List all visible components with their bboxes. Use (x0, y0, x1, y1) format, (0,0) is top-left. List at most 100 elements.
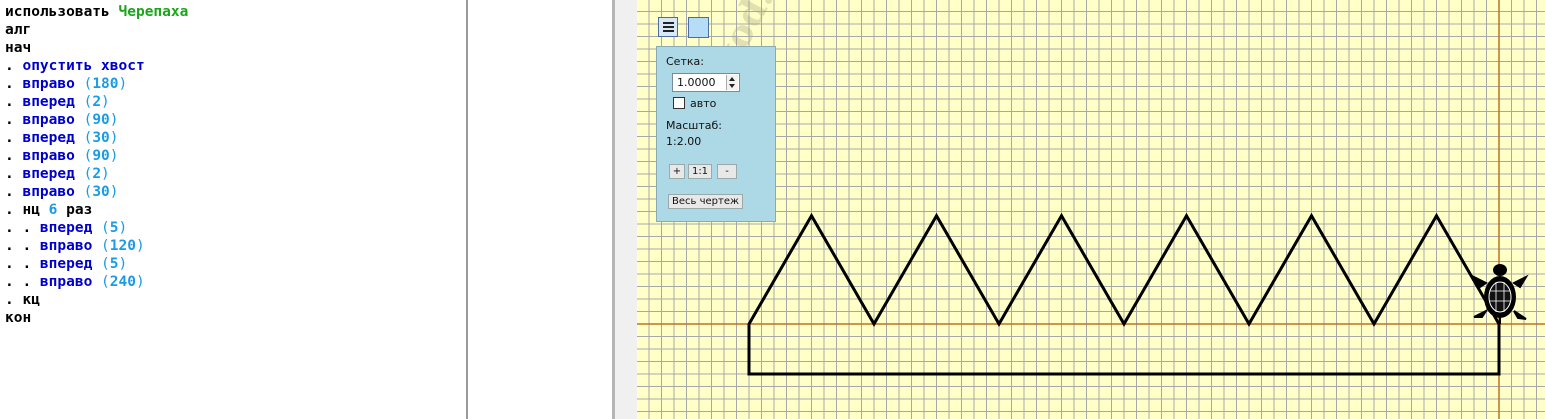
code-token: вперед (22, 130, 84, 146)
code-token: . (5, 112, 23, 128)
code-token: ) (109, 112, 119, 128)
spin-down-icon[interactable] (729, 84, 735, 88)
code-token: ) (118, 220, 128, 236)
code-token: нач (5, 40, 32, 56)
code-line[interactable]: . вправо (30) (5, 183, 119, 201)
code-line[interactable]: . опустить хвост (5, 57, 145, 75)
code-token: ) (101, 166, 110, 182)
code-token: . . (5, 256, 40, 272)
code-token: 5 (109, 220, 119, 236)
code-token: . (5, 94, 23, 110)
code-token: ) (118, 76, 128, 92)
code-token: . (5, 76, 23, 92)
code-token: вправо (39, 274, 102, 290)
code-token: вправо (22, 184, 84, 200)
code-token: ( (83, 130, 93, 146)
code-token: . (5, 292, 23, 308)
code-token: 2 (92, 166, 102, 182)
zoom-out-button[interactable]: - (717, 164, 737, 179)
code-token: использовать (5, 4, 119, 20)
code-line[interactable]: . . вправо (240) (5, 273, 145, 291)
code-token: ( (101, 220, 110, 236)
code-token: вправо (22, 148, 84, 164)
code-token: Черепаха (118, 4, 189, 20)
code-token: алг (5, 22, 32, 38)
code-token: опустить хвост (22, 58, 145, 74)
code-line[interactable]: использовать Черепаха (5, 3, 188, 21)
code-token: ) (135, 238, 145, 254)
zoom-in-button[interactable]: + (669, 164, 685, 179)
color-swatch-button[interactable] (688, 17, 709, 38)
code-line[interactable]: кон (5, 309, 31, 327)
code-token: вперед (22, 166, 84, 182)
zoom-reset-button[interactable]: 1:1 (688, 164, 712, 179)
code-line[interactable]: . . вправо (120) (5, 237, 145, 255)
code-token: 240 (109, 274, 136, 290)
code-token: . (5, 58, 23, 74)
code-token: 5 (109, 256, 119, 272)
code-token: кц (22, 292, 40, 308)
code-token: ( (83, 76, 93, 92)
code-line[interactable]: . вправо (180) (5, 75, 127, 93)
code-token: ( (83, 166, 93, 182)
menu-icon (662, 21, 674, 33)
code-line[interactable]: нач (5, 39, 31, 57)
code-line[interactable]: . . вперед (5) (5, 219, 127, 237)
code-token: ( (83, 148, 93, 164)
code-token: ( (101, 238, 110, 254)
code-line[interactable]: . кц (5, 291, 40, 309)
code-token: ) (118, 256, 128, 272)
code-token: . (5, 148, 23, 164)
code-token: нц (22, 202, 49, 218)
code-token: ) (101, 94, 110, 110)
code-line[interactable]: . нц 6 раз (5, 201, 92, 219)
auto-checkbox[interactable] (673, 97, 685, 109)
code-token: кон (5, 310, 32, 326)
code-token: ) (109, 184, 119, 200)
code-editor[interactable]: использовать Черепаха алг нач. опустить хв… (0, 0, 466, 419)
grid-step-spinner[interactable] (726, 75, 738, 90)
code-token: вперед (39, 220, 102, 236)
code-line[interactable]: . вперед (2) (5, 165, 110, 183)
spin-up-icon[interactable] (729, 77, 735, 81)
code-token: . (5, 130, 23, 146)
canvas-settings-panel: Сетка: 1.0000 авто Масштаб: 1:2.00 + 1:1… (656, 46, 776, 222)
code-token: 120 (109, 238, 136, 254)
code-token: . . (5, 238, 40, 254)
code-token: . (5, 166, 23, 182)
grid-label: Сетка: (666, 55, 704, 68)
code-token: вправо (22, 76, 84, 92)
code-line[interactable]: . вправо (90) (5, 147, 119, 165)
code-token: 30 (92, 184, 110, 200)
code-token: вправо (22, 112, 84, 128)
menu-button[interactable] (658, 17, 678, 37)
code-token: ) (109, 148, 119, 164)
code-token: раз (57, 202, 93, 218)
grid-step-value: 1.0000 (677, 76, 716, 89)
code-token: 90 (92, 112, 110, 128)
output-panel (468, 0, 612, 419)
code-token: ( (83, 184, 93, 200)
code-token: вперед (22, 94, 84, 110)
code-token: . (5, 184, 23, 200)
code-line[interactable]: . вправо (90) (5, 111, 119, 129)
code-line[interactable]: алг (5, 21, 31, 39)
code-token: вперед (39, 256, 102, 272)
auto-label: авто (690, 97, 717, 110)
code-line[interactable]: . вперед (30) (5, 129, 119, 147)
code-token: ( (83, 94, 93, 110)
code-token: 30 (92, 130, 110, 146)
code-token: ( (83, 112, 93, 128)
fit-drawing-button[interactable]: Весь чертеж (668, 194, 743, 209)
code-token: 2 (92, 94, 102, 110)
scale-label: Масштаб: (666, 119, 722, 132)
scale-value: 1:2.00 (666, 135, 702, 148)
code-token: 180 (92, 76, 119, 92)
grid-step-input[interactable]: 1.0000 (672, 73, 740, 92)
code-line[interactable]: . вперед (2) (5, 93, 110, 111)
code-token: . (5, 202, 23, 218)
code-line[interactable]: . . вперед (5) (5, 255, 127, 273)
code-token: . . (5, 274, 40, 290)
code-token: . . (5, 220, 40, 236)
code-token: ) (135, 274, 145, 290)
